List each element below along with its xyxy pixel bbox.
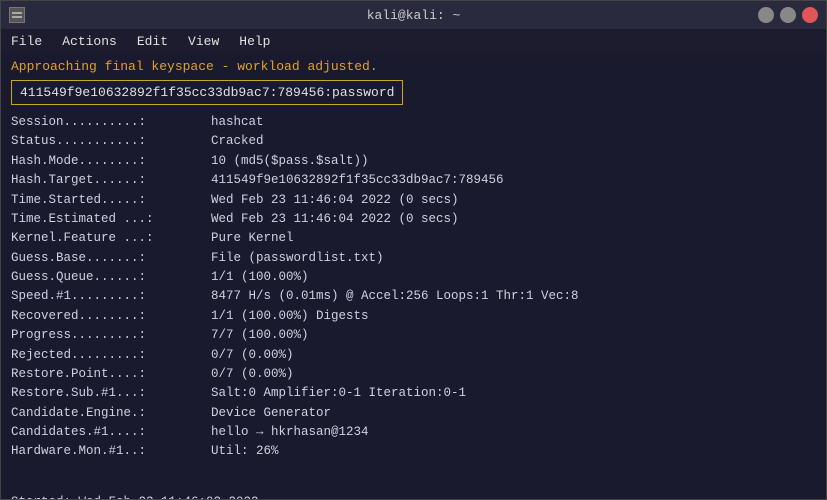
terminal-body: Approaching final keyspace - workload ad… [1,53,826,499]
row-val: 1/1 (100.00%) Digests [211,307,369,326]
row-key: Time.Started.....: [11,191,211,210]
row-val: 411549f9e10632892f1f35cc33db9ac7:789456 [211,171,504,190]
title-bar-left [9,7,25,23]
table-row: Candidates.#1....: hello → hkrhasan@1234 [11,423,816,442]
menu-item-actions[interactable]: Actions [58,32,121,51]
table-row: Rejected.........: 0/7 (0.00%) [11,346,816,365]
row-key: Status...........: [11,132,211,151]
hash-result-box: 411549f9e10632892f1f35cc33db9ac7:789456:… [11,80,403,105]
table-row: Hardware.Mon.#1..: Util: 26% [11,442,816,461]
row-key: Guess.Base.......: [11,249,211,268]
menu-item-help[interactable]: Help [235,32,274,51]
menu-item-file[interactable]: File [7,32,46,51]
table-row: Time.Started.....: Wed Feb 23 11:46:04 2… [11,191,816,210]
table-row: Restore.Point....: 0/7 (0.00%) [11,365,816,384]
table-row: Progress.........: 7/7 (100.00%) [11,326,816,345]
table-row: Time.Estimated ...: Wed Feb 23 11:46:04 … [11,210,816,229]
row-val: hello → hkrhasan@1234 [211,423,369,442]
maximize-button[interactable] [780,7,796,23]
row-val: hashcat [211,113,264,132]
close-button[interactable] [802,7,818,23]
row-val: File (passwordlist.txt) [211,249,384,268]
window-title: kali@kali: ~ [367,8,461,23]
footer-line [11,472,816,492]
row-val: 0/7 (0.00%) [211,346,294,365]
menu-item-edit[interactable]: Edit [133,32,172,51]
row-val: Pure Kernel [211,229,294,248]
row-val: Util: 26% [211,442,279,461]
table-row: Candidate.Engine.: Device Generator [11,404,816,423]
row-key: Speed.#1.........: [11,287,211,306]
row-key: Restore.Sub.#1...: [11,384,211,403]
row-val: Wed Feb 23 11:46:04 2022 (0 secs) [211,210,459,229]
row-key: Recovered........: [11,307,211,326]
row-val: 0/7 (0.00%) [211,365,294,384]
approaching-line: Approaching final keyspace - workload ad… [11,59,816,74]
footer-lines: Started: Wed Feb 23 11:46:02 2022Stopped… [11,472,816,499]
menu-item-view[interactable]: View [184,32,223,51]
row-key: Rejected.........: [11,346,211,365]
table-row: Hash.Target......: 411549f9e10632892f1f3… [11,171,816,190]
table-row: Kernel.Feature ...: Pure Kernel [11,229,816,248]
info-table: Session..........: hashcatStatus........… [11,113,816,462]
row-val: 10 (md5($pass.$salt)) [211,152,369,171]
row-key: Time.Estimated ...: [11,210,211,229]
row-key: Progress.........: [11,326,211,345]
row-val: 1/1 (100.00%) [211,268,309,287]
row-key: Restore.Point....: [11,365,211,384]
table-row: Speed.#1.........: 8477 H/s (0.01ms) @ A… [11,287,816,306]
row-key: Kernel.Feature ...: [11,229,211,248]
row-val: Salt:0 Amplifier:0-1 Iteration:0-1 [211,384,466,403]
table-row: Status...........: Cracked [11,132,816,151]
window-controls [758,7,818,23]
menu-bar: File Actions Edit View Help [1,29,826,53]
row-key: Hash.Mode........: [11,152,211,171]
footer-line: Started: Wed Feb 23 11:46:02 2022 [11,492,816,499]
row-key: Session..........: [11,113,211,132]
row-val: Cracked [211,132,264,151]
minimize-button[interactable] [758,7,774,23]
row-val: Wed Feb 23 11:46:04 2022 (0 secs) [211,191,459,210]
row-val: 7/7 (100.00%) [211,326,309,345]
title-bar: kali@kali: ~ [1,1,826,29]
table-row: Recovered........: 1/1 (100.00%) Digests [11,307,816,326]
terminal-window: kali@kali: ~ File Actions Edit View Help App… [0,0,827,500]
row-key: Hash.Target......: [11,171,211,190]
row-key: Candidate.Engine.: [11,404,211,423]
table-row: Session..........: hashcat [11,113,816,132]
table-row: Guess.Base.......: File (passwordlist.tx… [11,249,816,268]
table-row: Hash.Mode........: 10 (md5($pass.$salt)) [11,152,816,171]
row-key: Candidates.#1....: [11,423,211,442]
row-val: 8477 H/s (0.01ms) @ Accel:256 Loops:1 Th… [211,287,579,306]
row-val: Device Generator [211,404,331,423]
row-key: Hardware.Mon.#1..: [11,442,211,461]
table-row: Guess.Queue......: 1/1 (100.00%) [11,268,816,287]
table-row: Restore.Sub.#1...: Salt:0 Amplifier:0-1 … [11,384,816,403]
window-icon [9,7,25,23]
row-key: Guess.Queue......: [11,268,211,287]
